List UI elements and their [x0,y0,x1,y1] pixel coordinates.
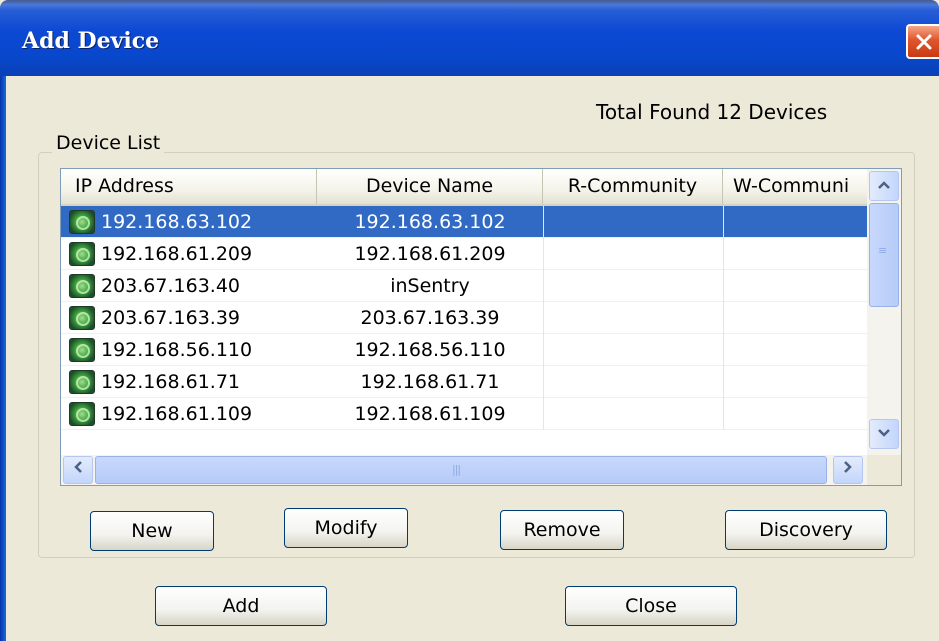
cell-ip-address: 192.168.56.110 [101,339,253,361]
discovery-button[interactable]: Discovery [725,510,887,550]
vertical-scrollbar[interactable]: ≡ [867,169,901,455]
column-header-device-name[interactable]: Device Name [317,169,543,204]
vertical-scroll-thumb[interactable]: ≡ [869,203,899,307]
add-device-dialog: Add Device Total Found 12 Devices Device… [0,0,939,641]
table-row[interactable]: 203.67.163.40 inSentry [61,270,867,302]
chevron-down-icon [878,429,890,437]
scroll-down-button[interactable] [869,419,899,449]
cell-w-community [723,302,867,334]
cell-w-community [723,334,867,366]
cell-w-community [723,398,867,430]
cell-r-community [543,398,723,430]
chevron-right-icon [844,461,852,473]
network-device-icon [69,306,95,330]
cell-r-community [543,302,723,334]
cell-device-name: 192.168.61.109 [354,403,506,425]
chevron-left-icon [74,461,82,473]
title-bar[interactable]: Add Device [0,0,939,76]
table-row[interactable]: 192.168.56.110 192.168.56.110 [61,334,867,366]
add-button[interactable]: Add [155,586,327,626]
network-device-icon [69,338,95,362]
cell-w-community [723,206,867,238]
network-device-icon [69,402,95,426]
cell-r-community [543,334,723,366]
list-header: IP Address Device Name R-Community W-Com… [61,169,867,206]
chevron-up-icon [878,181,890,189]
column-header-ip-address[interactable]: IP Address [61,169,317,204]
cell-ip-address: 192.168.63.102 [101,211,253,233]
cell-w-community [723,238,867,270]
device-list-group-label: Device List [52,132,165,154]
cell-ip-address: 192.168.61.209 [101,243,253,265]
cell-r-community [543,238,723,270]
device-list-view[interactable]: IP Address Device Name R-Community W-Com… [60,168,902,486]
total-found-label: Total Found 12 Devices [596,100,828,124]
cell-device-name: inSentry [390,275,470,297]
cell-ip-address: 192.168.61.109 [101,403,253,425]
column-header-w-community[interactable]: W-Communi [723,169,867,204]
scroll-left-button[interactable] [63,456,93,484]
table-row[interactable]: 192.168.63.102 192.168.63.102 [61,206,867,238]
cell-r-community [543,206,723,238]
window-title: Add Device [22,28,160,54]
table-row[interactable]: 192.168.61.71 192.168.61.71 [61,366,867,398]
table-row[interactable]: 192.168.61.109 192.168.61.109 [61,398,867,430]
cell-device-name: 192.168.63.102 [354,211,506,233]
cell-ip-address: 203.67.163.40 [101,275,241,297]
close-icon [916,34,932,50]
new-button[interactable]: New [90,511,214,551]
window-frame [0,76,6,641]
network-device-icon [69,274,95,298]
remove-button[interactable]: Remove [500,510,624,550]
close-button[interactable]: Close [565,586,737,626]
cell-r-community [543,270,723,302]
grip-icon: ≡ [878,244,887,257]
cell-w-community [723,366,867,398]
column-header-r-community[interactable]: R-Community [543,169,723,204]
cell-device-name: 192.168.61.71 [360,371,500,393]
modify-button[interactable]: Modify [284,508,408,548]
scroll-up-button[interactable] [869,171,899,201]
network-device-icon [69,210,95,234]
cell-device-name: 192.168.56.110 [354,339,506,361]
window-close-button[interactable] [906,24,939,59]
cell-device-name: 192.168.61.209 [354,243,506,265]
network-device-icon [69,242,95,266]
horizontal-scrollbar[interactable]: ||| [61,455,867,485]
cell-ip-address: 203.67.163.39 [101,307,241,329]
scrollbar-corner [867,455,901,485]
cell-device-name: 203.67.163.39 [360,307,500,329]
table-row[interactable]: 192.168.61.209 192.168.61.209 [61,238,867,270]
cell-r-community [543,366,723,398]
horizontal-scroll-thumb[interactable]: ||| [95,456,827,484]
cell-ip-address: 192.168.61.71 [101,371,241,393]
cell-w-community [723,270,867,302]
scroll-right-button[interactable] [833,456,863,484]
table-row[interactable]: 203.67.163.39 203.67.163.39 [61,302,867,334]
network-device-icon [69,370,95,394]
grip-icon: ||| [452,463,461,476]
